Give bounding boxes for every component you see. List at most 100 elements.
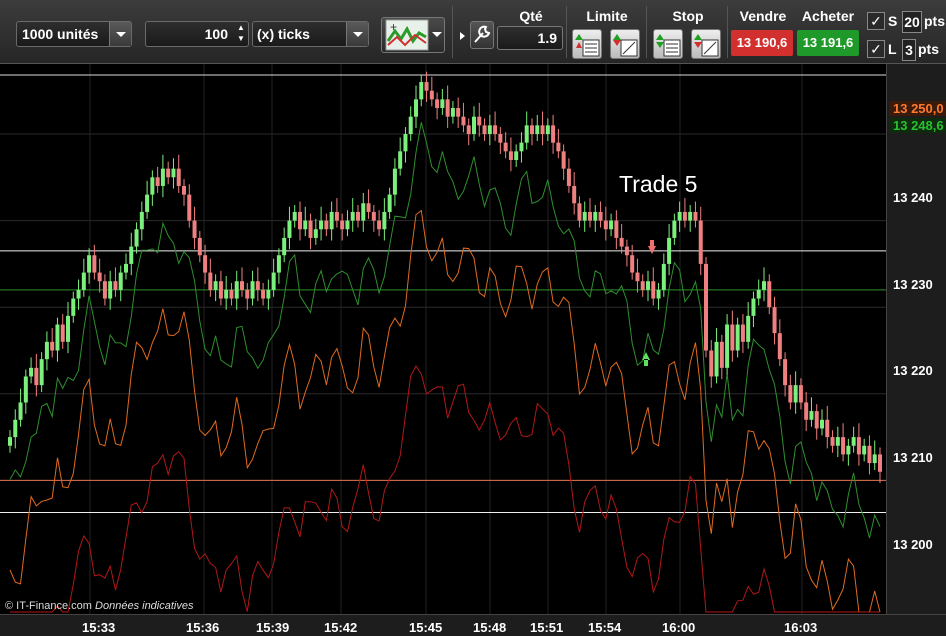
candle-body [334, 211, 339, 221]
candle-body [171, 168, 176, 178]
candle-body [656, 289, 661, 299]
candle-body [350, 211, 355, 221]
candle-body [614, 220, 619, 238]
candle-body [566, 168, 571, 186]
limit-sell-button[interactable] [610, 29, 640, 59]
stop-label: Stop [672, 8, 704, 24]
candle-body [577, 203, 582, 221]
s-checkbox[interactable]: ✓ [867, 12, 885, 30]
l-value-input[interactable]: 3 [902, 39, 916, 61]
candle-body [160, 168, 165, 186]
price-chart[interactable] [0, 64, 886, 614]
candle-body [234, 281, 239, 299]
chevron-down-icon[interactable] [109, 22, 131, 46]
x-tick: 15:54 [588, 620, 622, 635]
candle-body [92, 255, 97, 273]
qty-input[interactable]: 1.9 [497, 26, 563, 50]
candle-body [139, 211, 144, 230]
quantity-select[interactable]: 1000 unités [16, 21, 132, 47]
time-axis[interactable]: 15:33 15:36 15:39 15:42 15:45 15:48 15:5… [0, 614, 946, 636]
candle-body [630, 255, 635, 273]
candle-body [261, 289, 266, 299]
wrench-icon [474, 25, 491, 43]
sell-button[interactable]: 13 190,6 [731, 30, 793, 56]
candle-body [113, 281, 118, 290]
limit-buy-icon [575, 34, 600, 57]
candle-body [872, 454, 877, 464]
candle-body [493, 125, 498, 134]
x-tick: 16:00 [662, 620, 696, 635]
candle-body [820, 419, 824, 429]
expand-arrow-icon[interactable] [460, 32, 465, 40]
candle-body [788, 385, 793, 403]
candle-body [366, 203, 371, 212]
sell-arrow-icon [648, 240, 656, 254]
candle-body [155, 177, 160, 186]
candle-body [719, 341, 724, 368]
candle-body [640, 281, 645, 290]
candle-body [635, 272, 640, 282]
candle-body [245, 289, 250, 299]
x-tick: 15:36 [186, 620, 220, 635]
limit-buy-button[interactable] [572, 29, 602, 59]
candle-body [356, 211, 360, 221]
stop-sell-button[interactable] [691, 29, 721, 59]
indicators-button[interactable]: + [381, 17, 445, 53]
l-checkbox[interactable]: ✓ [867, 40, 885, 58]
candle-body [862, 445, 867, 455]
candle-body [71, 298, 76, 316]
candle-body [709, 350, 714, 377]
ticks-input[interactable]: 100 ▲ ▼ [145, 21, 249, 47]
separator [727, 6, 728, 58]
candle-body [44, 341, 49, 360]
candle-body [540, 125, 545, 134]
candle-body [129, 246, 134, 264]
buy-label: Acheter [801, 8, 855, 24]
candle-body [777, 333, 782, 360]
candle-body [609, 220, 614, 230]
watermark-note: Données indicatives [95, 600, 194, 612]
candle-body [398, 151, 403, 169]
candle-body [651, 281, 656, 299]
s-value-input[interactable]: 20 [902, 11, 922, 33]
candle-body [830, 437, 835, 446]
buy-button[interactable]: 13 191,6 [797, 30, 859, 56]
candle-body [472, 116, 476, 134]
candle-body [704, 263, 708, 351]
candle-body [192, 220, 197, 238]
candle-body [87, 255, 92, 273]
candle-body [187, 194, 192, 221]
s-label: S [888, 13, 898, 29]
candle-body [809, 411, 814, 420]
stop-buy-button[interactable] [653, 29, 683, 59]
candle-body [324, 220, 329, 230]
wrench-button[interactable] [470, 21, 494, 49]
candle-body [524, 125, 529, 143]
candle-body [756, 289, 761, 299]
candle-body [556, 142, 561, 152]
price-axis[interactable]: 13 250,0 13 248,6 13 240 13 230 13 220 1… [886, 64, 946, 614]
candle-body [561, 151, 566, 169]
candle-body [667, 237, 672, 264]
candle-body [551, 125, 556, 143]
candle-body [456, 108, 461, 117]
ticks-input-value: 100 [204, 26, 228, 42]
candle-body [8, 437, 12, 446]
svg-text:+: + [390, 20, 397, 34]
stop-buy-icon [656, 34, 681, 57]
candle-body [646, 281, 650, 290]
candle-body [240, 281, 244, 290]
candle-body [619, 237, 624, 247]
candle-body [530, 125, 534, 134]
chevron-down-icon[interactable] [432, 32, 442, 37]
candle-body [535, 125, 540, 134]
candle-body [445, 99, 450, 117]
ticks-stepper[interactable]: ▲ ▼ [234, 22, 248, 46]
candle-body [208, 272, 213, 290]
candle-body [313, 229, 318, 238]
chevron-down-icon[interactable] [346, 22, 368, 46]
candle-body [102, 281, 107, 299]
candle-body [419, 82, 424, 100]
ticks-unit-select[interactable]: (x) ticks [252, 21, 369, 47]
candle-body [81, 272, 86, 290]
